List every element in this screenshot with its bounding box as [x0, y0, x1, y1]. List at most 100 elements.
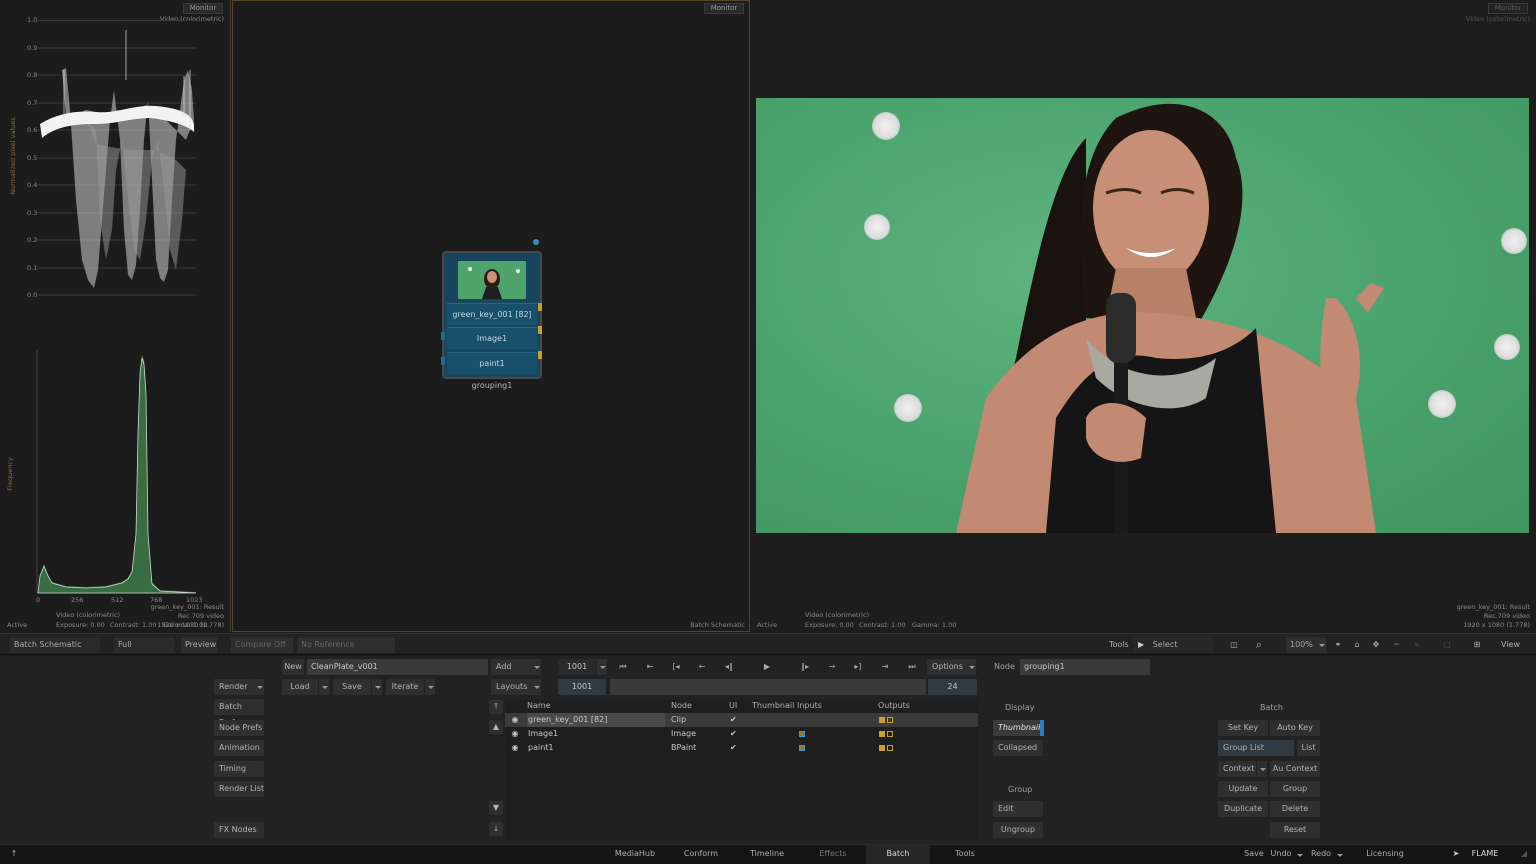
full-resolution-button[interactable]: Full Resolution	[114, 637, 174, 665]
table-row[interactable]: ◉ paint1 BPaint ✔	[505, 741, 978, 755]
col-name[interactable]: Name	[527, 700, 551, 712]
resize-grip-icon[interactable]: ◢	[1518, 845, 1530, 864]
iterate-button[interactable]: Iterate	[386, 679, 424, 695]
frame-dropdown[interactable]	[597, 659, 607, 675]
play-icon[interactable]: ▶	[756, 659, 778, 675]
col-node[interactable]: Node	[671, 700, 692, 712]
update-button[interactable]: Update	[1218, 781, 1268, 797]
pan-icon[interactable]: ✥	[1369, 637, 1383, 653]
zoom-icon[interactable]: ⌕	[1252, 637, 1266, 653]
zoom-dropdown[interactable]	[1316, 637, 1326, 653]
tab-timeline[interactable]: Timeline	[742, 845, 792, 864]
save-button[interactable]: Save	[1240, 845, 1268, 864]
row-ui-check[interactable]: ✔	[730, 741, 737, 755]
row-ui-check[interactable]: ✔	[730, 713, 737, 727]
edit-group-button[interactable]: Edit	[993, 801, 1043, 817]
group-button[interactable]: Group	[1270, 781, 1320, 797]
goto-end-icon[interactable]: ⏭	[901, 659, 923, 675]
animation-button[interactable]: Animation	[214, 740, 264, 756]
eye-icon[interactable]: ◉	[509, 741, 521, 755]
node-output-port[interactable]	[538, 351, 542, 359]
move-up-icon[interactable]: ▲	[489, 720, 503, 734]
redo-button[interactable]: Redo	[1308, 845, 1334, 864]
node-input-port[interactable]	[441, 332, 445, 340]
fx-nodes-button[interactable]: FX Nodes	[214, 822, 264, 838]
node-row-green-key[interactable]: green_key_001 [82]	[447, 303, 537, 325]
node-row-paint1[interactable]: paint1	[447, 352, 537, 374]
eye-icon[interactable]: ◉	[509, 727, 521, 741]
options-button[interactable]: Options	[927, 659, 967, 675]
overlay-icon[interactable]: ⊞	[1470, 637, 1484, 653]
batch-prefs-button[interactable]: Batch Prefs	[214, 699, 264, 727]
row-name[interactable]: paint1	[528, 741, 554, 755]
render-button[interactable]: Render	[214, 679, 254, 695]
move-down-icon[interactable]: ▼	[489, 801, 503, 815]
row-name[interactable]: Image1	[528, 727, 558, 741]
viewer-monitor-button[interactable]: Monitor	[1488, 3, 1528, 14]
render-dropdown[interactable]	[254, 679, 264, 695]
link-icon[interactable]: ⚭	[1331, 637, 1345, 653]
auto-key-button[interactable]: Auto Key	[1270, 720, 1320, 736]
row-name[interactable]: green_key_001 [82]	[527, 713, 665, 727]
node-input-port[interactable]	[441, 357, 445, 365]
select-tool-button[interactable]: ▶︎ Select	[1134, 637, 1214, 653]
frame-icon[interactable]: ▢	[1440, 637, 1454, 653]
node-name-field[interactable]: grouping1	[1020, 659, 1150, 675]
tab-batch[interactable]: Batch	[866, 845, 930, 864]
save-dropdown[interactable]	[372, 679, 382, 695]
table-row[interactable]: ◉ green_key_001 [82] Clip ✔	[505, 713, 978, 727]
undo-dropdown[interactable]	[1294, 847, 1304, 863]
prev-in-icon[interactable]: [◂	[665, 659, 687, 675]
save-setup-button[interactable]: Save	[333, 679, 371, 695]
list-button[interactable]: List	[1297, 740, 1320, 756]
new-setup-button[interactable]: New	[282, 659, 304, 675]
licensing-button[interactable]: Licensing	[1362, 845, 1408, 864]
next-out-icon[interactable]: ▸]	[847, 659, 869, 675]
table-row[interactable]: ◉ Image1 Image ✔	[505, 727, 978, 741]
step-forward-icon[interactable]: ‖▸	[794, 659, 816, 675]
step-back-key-icon[interactable]: ←	[691, 659, 713, 675]
thumbnail-toggle[interactable]: Thumbnail	[993, 720, 1043, 736]
load-button[interactable]: Load	[282, 679, 318, 695]
options-dropdown[interactable]	[966, 659, 976, 675]
au-context-button[interactable]: Au Context	[1270, 761, 1320, 777]
tab-effects[interactable]: Effects	[808, 845, 858, 864]
col-ui[interactable]: UI	[729, 700, 737, 712]
expand-icon[interactable]: ↑	[8, 845, 20, 864]
delete-button[interactable]: Delete	[1270, 801, 1320, 817]
start-frame-field[interactable]: 1001	[558, 679, 606, 695]
waveform-monitor-button[interactable]: Monitor	[183, 3, 223, 14]
render-list-button[interactable]: Render List	[214, 781, 264, 797]
col-outputs[interactable]: Outputs	[878, 700, 910, 712]
collapsed-toggle[interactable]: Collapsed	[993, 740, 1043, 756]
eye-icon[interactable]: ◉	[509, 713, 521, 727]
schematic-monitor-button[interactable]: Monitor	[704, 3, 744, 14]
context-dropdown[interactable]	[1257, 761, 1267, 777]
add-token-button[interactable]: Add Token	[491, 659, 533, 687]
node-output-port[interactable]	[538, 326, 542, 334]
timing-button[interactable]: Timing	[214, 761, 264, 777]
node-output-port[interactable]	[538, 303, 542, 311]
step-forward-key-icon[interactable]: →	[821, 659, 843, 675]
row-ui-check[interactable]: ✔	[730, 727, 737, 741]
next-key-icon[interactable]: ⇥	[874, 659, 896, 675]
group-node[interactable]: green_key_001 [82] Image1 paint1	[442, 251, 542, 379]
end-frame-field[interactable]: 24	[928, 679, 977, 695]
split-view-icon[interactable]: ◫	[1227, 637, 1241, 653]
setup-name-field[interactable]: CleanPlate_v001	[307, 659, 488, 675]
move-bottom-icon[interactable]: ⤓	[489, 822, 503, 836]
tab-tools[interactable]: Tools	[940, 845, 990, 864]
iterate-dropdown[interactable]	[425, 679, 435, 695]
reset-button[interactable]: Reset	[1270, 822, 1320, 838]
context-button[interactable]: Context	[1218, 761, 1256, 777]
preview-button[interactable]: Preview	[181, 637, 217, 653]
layouts-dropdown[interactable]	[531, 679, 541, 695]
compare-off-button[interactable]: Compare Off	[231, 637, 293, 653]
pick-icon[interactable]: ✒	[1390, 637, 1404, 653]
reference-select[interactable]: No Reference	[297, 637, 395, 653]
home-icon[interactable]: ⌂	[1350, 637, 1364, 653]
undo-button[interactable]: Undo	[1268, 845, 1294, 864]
col-thumbnail[interactable]: Thumbnail	[752, 700, 794, 712]
node-link-dot[interactable]	[533, 239, 539, 245]
ungroup-button[interactable]: Ungroup	[993, 822, 1043, 838]
